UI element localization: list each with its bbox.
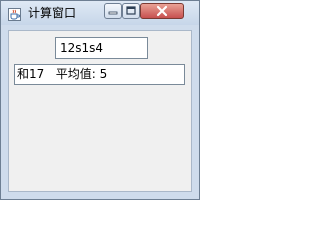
app-window: 计算窗口 12s1s4 和17 平均值: 5 xyxy=(0,0,200,200)
maximize-button[interactable] xyxy=(122,3,140,19)
result-display[interactable]: 和17 平均值: 5 xyxy=(14,64,185,85)
number-input[interactable]: 12s1s4 xyxy=(55,37,148,59)
close-button[interactable] xyxy=(140,3,184,19)
java-cup-icon[interactable] xyxy=(8,6,21,21)
maximize-icon xyxy=(126,6,136,15)
close-icon xyxy=(156,5,168,17)
window-title: 计算窗口 xyxy=(28,6,77,20)
minimize-icon xyxy=(108,11,118,15)
minimize-button[interactable] xyxy=(104,3,122,19)
content-panel: 12s1s4 和17 平均值: 5 xyxy=(8,30,192,192)
title-bar[interactable]: 计算窗口 xyxy=(1,1,199,25)
